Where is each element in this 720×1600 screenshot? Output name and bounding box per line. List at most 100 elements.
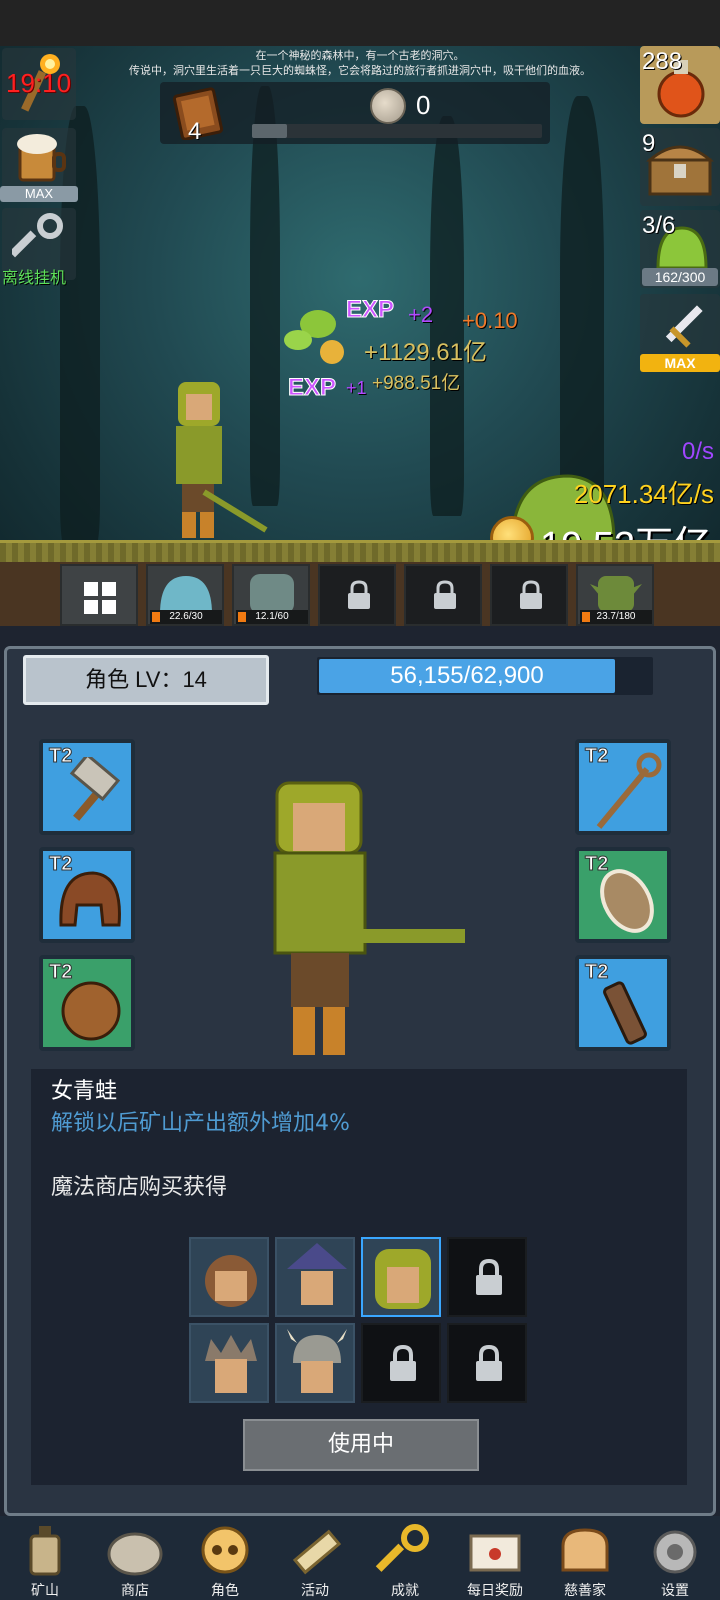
nav-label: 成就 (391, 1583, 419, 1599)
monster-hp: 22.6/30 (150, 610, 222, 624)
blue-slime-icon (160, 576, 212, 614)
monster-bar: 22.6/30 12.1/60 23.7/180 (0, 562, 720, 626)
nav-events[interactable]: 活动 (270, 1516, 360, 1600)
equip-slot-gloves[interactable]: T2 (39, 955, 135, 1051)
spiky-boy-portrait-icon (205, 1335, 257, 1393)
goblin-icon (590, 576, 642, 612)
gold-gain-large: +1129.61亿 (364, 339, 487, 366)
hero-description: 女青蛙 解锁以后矿山产出额外增加4% 魔法商店购买获得 使用中 (31, 1069, 687, 1485)
chest-button[interactable]: 9 (640, 128, 720, 206)
monster-slot-goblin[interactable]: 23.7/180 (576, 564, 654, 626)
ground (0, 540, 720, 562)
skin-witch[interactable] (275, 1237, 355, 1317)
hero-name: 女青蛙 (51, 1079, 118, 1104)
monster-slot-blue-slime[interactable]: 22.6/30 (146, 564, 224, 626)
lock-icon (476, 1259, 502, 1295)
zombie-icon (250, 574, 294, 614)
equip-slot-hammer[interactable]: T2 (39, 739, 135, 835)
idle-label[interactable]: 离线挂机 (2, 264, 66, 288)
monster-slot-zombie[interactable]: 12.1/60 (232, 564, 310, 626)
nav-achievements[interactable]: 成就 (360, 1516, 450, 1600)
slime-button[interactable]: 3/6 162/300 (640, 210, 720, 288)
in-use-button[interactable]: 使用中 (243, 1419, 479, 1471)
potion-count: 288 (642, 48, 683, 75)
equip-slot-staff[interactable]: T2 (575, 739, 671, 835)
coin-progress-bar (252, 124, 542, 138)
equip-slot-boots[interactable]: T2 (575, 955, 671, 1051)
skin-viking[interactable] (275, 1323, 355, 1403)
gold-rate: 2071.34亿/s (573, 479, 714, 509)
monster-slot-locked[interactable] (490, 564, 568, 626)
girl-portrait-icon (205, 1255, 257, 1307)
equip-slot-shield[interactable]: T2 (575, 847, 671, 943)
skin-locked[interactable] (361, 1323, 441, 1403)
book-panel[interactable]: 4 0 (160, 82, 550, 145)
stone-coin-count: 0 (416, 90, 431, 120)
monster-slot-locked[interactable] (404, 564, 482, 626)
shop-stone-icon (107, 1532, 163, 1576)
xp-bar: 56,155/62,900 (317, 657, 653, 695)
bread-icon (561, 1528, 609, 1572)
nav-settings[interactable]: 设置 (630, 1516, 720, 1600)
exp-popup: EXP (287, 374, 337, 402)
torch-timer: 19:10 (6, 68, 72, 98)
pickaxe-icon (202, 489, 268, 533)
sword-icon (665, 305, 703, 348)
grid-menu-icon (84, 582, 116, 614)
hero-sprite-large (273, 781, 465, 1055)
monster-hp: 23.7/180 (580, 610, 652, 624)
viking-portrait-icon (287, 1329, 347, 1393)
torch-button[interactable]: 19:10 (0, 46, 78, 122)
letter-icon (469, 1534, 521, 1572)
skin-locked[interactable] (447, 1237, 527, 1317)
nav-philanthropist[interactable]: 慈善家 (540, 1516, 630, 1600)
lock-icon (348, 580, 370, 609)
character-level: 角色 LV：14 (23, 655, 269, 705)
potion-button[interactable]: 288 (640, 46, 720, 124)
stone-coin-icon (370, 88, 406, 124)
game-scene[interactable]: 在一个神秘的森林中，有一个古老的洞穴。 传说中，洞穴里生活着一只巨大的蜘蛛怪，它… (0, 46, 720, 626)
nav-label: 矿山 (31, 1583, 59, 1599)
key-icon (375, 1524, 429, 1572)
loot-cluster-icon (284, 310, 344, 364)
tree-trunk (430, 116, 464, 516)
lantern-icon (29, 1526, 61, 1576)
beer-mug-icon (17, 134, 66, 182)
shield-icon (600, 869, 654, 933)
monster-hp: 12.1/60 (236, 610, 308, 624)
xp-text: 56,155/62,900 (390, 662, 544, 689)
nav-mine[interactable]: 矿山 (0, 1516, 90, 1600)
hero-bonus: 解锁以后矿山产出额外增加4% (51, 1111, 350, 1136)
nav-daily-reward[interactable]: 每日奖励 (450, 1516, 540, 1600)
nav-character[interactable]: 角色 (180, 1516, 270, 1600)
skull-icon (201, 1526, 249, 1574)
skin-locked[interactable] (447, 1323, 527, 1403)
slime-progress: 162/300 (642, 268, 718, 286)
gold-gain-medium: +988.51亿 (372, 373, 461, 394)
story-line-2: 传说中，洞穴里生活着一只巨大的蜘蛛怪，它会将路过的旅行者抓进洞穴中，吸干他们的血… (129, 64, 591, 77)
helmet-icon (59, 871, 121, 927)
lock-icon (434, 580, 456, 609)
staff-icon (596, 752, 662, 829)
skin-spiky-boy[interactable] (189, 1323, 269, 1403)
chest-count: 9 (642, 130, 656, 157)
nav-shop[interactable]: 商店 (90, 1516, 180, 1600)
hammer-icon (69, 757, 121, 821)
monster-menu-button[interactable] (60, 564, 138, 626)
witch-portrait-icon (287, 1243, 347, 1305)
monster-slot-locked[interactable] (318, 564, 396, 626)
hero-source: 魔法商店购买获得 (51, 1175, 228, 1200)
story-text: 在一个神秘的森林中，有一个古老的洞穴。 传说中，洞穴里生活着一只巨大的蜘蛛怪，它… (80, 48, 640, 78)
lock-icon (390, 1345, 416, 1381)
sword-button[interactable]: MAX (640, 294, 720, 372)
nav-label: 活动 (301, 1583, 329, 1599)
skin-frog-girl[interactable] (361, 1237, 441, 1317)
gloves-icon (61, 981, 121, 1041)
coin-progress-fill (252, 124, 287, 138)
skin-girl[interactable] (189, 1237, 269, 1317)
gear-icon (653, 1530, 697, 1574)
equip-slot-helmet[interactable]: T2 (39, 847, 135, 943)
story-line-1: 在一个神秘的森林中，有一个古老的洞穴。 (255, 49, 465, 62)
beer-button[interactable]: MAX (0, 126, 78, 202)
nav-label: 设置 (661, 1583, 689, 1599)
